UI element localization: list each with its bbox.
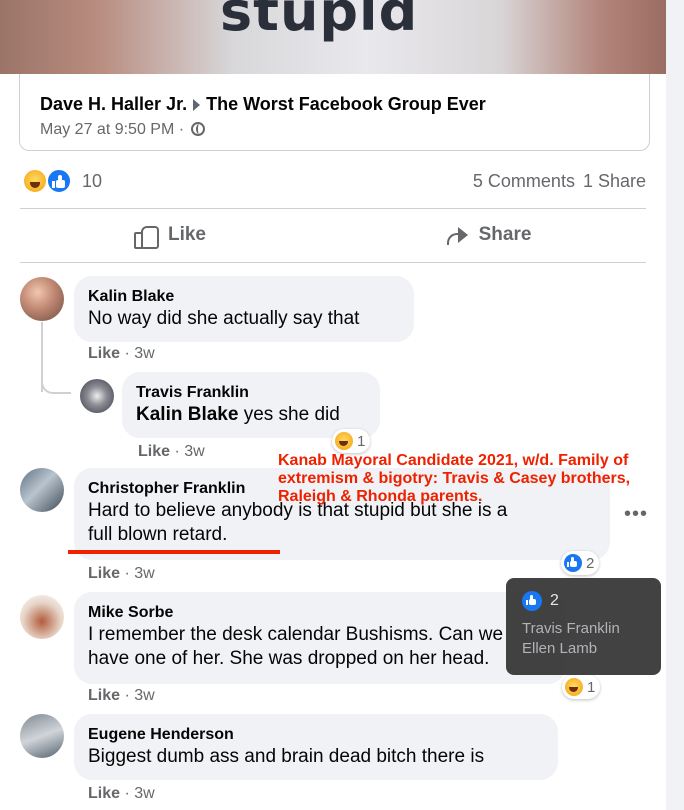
- meta-separator: ·: [178, 121, 185, 138]
- comment-like-link[interactable]: Like: [88, 345, 120, 362]
- red-underline-mark: [68, 550, 280, 554]
- shared-group-link[interactable]: The Worst Facebook Group Ever: [206, 94, 486, 114]
- comment-reaction-count: 1: [587, 678, 596, 696]
- annotation-line-1: Kanab Mayoral Candidate 2021, w/d. Famil…: [278, 452, 629, 469]
- divider: [20, 262, 646, 263]
- comment-bubble: Eugene Henderson Biggest dumb ass and br…: [74, 714, 558, 780]
- share-button[interactable]: Share: [338, 214, 638, 256]
- comment-like-link[interactable]: Like: [88, 785, 120, 802]
- comment-reaction-count: 2: [586, 554, 595, 572]
- comment-author[interactable]: Travis Franklin: [136, 383, 366, 403]
- comment-like-link[interactable]: Like: [138, 443, 170, 460]
- comment-text: No way did she actually say that: [88, 308, 360, 329]
- thumbs-up-icon: [133, 224, 159, 249]
- like-icon: [564, 554, 582, 572]
- reactions-tooltip: 2 Travis Franklin Ellen Lamb: [506, 578, 661, 675]
- shared-post-timestamp[interactable]: May 27 at 9:50 PM: [40, 121, 174, 138]
- comment-bubble: Mike Sorbe I remember the desk calendar …: [74, 592, 566, 684]
- comment-reaction-count: 1: [357, 432, 366, 450]
- avatar[interactable]: [20, 714, 64, 758]
- comment-meta: Like · 3w: [88, 785, 155, 803]
- comment-text-line-2: have one of her. She was dropped on her …: [88, 648, 490, 669]
- avatar[interactable]: [80, 379, 114, 413]
- shared-post-image[interactable]: stupid: [0, 0, 666, 74]
- like-reaction-icon[interactable]: [46, 168, 72, 194]
- tooltip-count: 2: [550, 592, 559, 609]
- tooltip-reactor-name: Ellen Lamb: [522, 640, 598, 657]
- like-icon: [522, 591, 542, 611]
- avatar[interactable]: [20, 595, 64, 639]
- reply-thread-connector: [41, 372, 71, 394]
- shares-count-link[interactable]: 1 Share: [583, 171, 646, 191]
- page-scrollbar[interactable]: [666, 0, 684, 810]
- image-shirt-text: stupid: [220, 0, 419, 43]
- shared-author-link[interactable]: Dave H. Haller Jr.: [40, 94, 187, 114]
- haha-icon: [335, 432, 353, 450]
- comment-author[interactable]: Mike Sorbe: [88, 603, 552, 623]
- share-button-label: Share: [478, 224, 532, 245]
- globe-icon: [190, 122, 205, 136]
- comment-like-link[interactable]: Like: [88, 565, 120, 582]
- comment-text: Kalin Blake yes she did: [136, 403, 366, 427]
- comment-timestamp[interactable]: · 3w: [124, 687, 154, 704]
- comment-text-line-1: I remember the desk calendar Bushisms. C…: [88, 624, 504, 645]
- tooltip-header: 2: [522, 591, 645, 611]
- comment-bubble: Kalin Blake No way did she actually say …: [74, 276, 414, 342]
- comment-meta: Like · 3w: [88, 345, 155, 363]
- engagement-counts: 5 Comments 1 Share: [473, 171, 646, 192]
- divider: [20, 208, 646, 209]
- avatar[interactable]: [20, 277, 64, 321]
- comment-timestamp[interactable]: · 3w: [124, 565, 154, 582]
- shared-post-attachment[interactable]: Dave H. Haller Jr. The Worst Facebook Gro…: [19, 74, 650, 151]
- comments-count-link[interactable]: 5 Comments: [473, 171, 575, 191]
- reaction-stats-bar: 10 5 Comments 1 Share: [22, 166, 646, 194]
- share-arrow-icon: [445, 224, 469, 246]
- comment-meta: Like · 3w: [88, 687, 155, 705]
- mention-link[interactable]: Kalin Blake: [136, 404, 238, 425]
- comment-text: Biggest dumb ass and brain dead bitch th…: [88, 746, 485, 767]
- comment-author[interactable]: Kalin Blake: [88, 287, 400, 307]
- like-button[interactable]: Like: [20, 214, 320, 256]
- more-options-icon[interactable]: •••: [624, 504, 648, 524]
- comment-author[interactable]: Eugene Henderson: [88, 725, 544, 745]
- reply-bubble: Travis Franklin Kalin Blake yes she did: [122, 372, 380, 438]
- comment-text-line-2: full blown retard.: [88, 524, 228, 545]
- avatar[interactable]: [20, 468, 64, 512]
- comment-meta: Like · 3w: [138, 443, 205, 461]
- comment-reaction-pill[interactable]: 1: [332, 429, 371, 453]
- annotation-line-3: Raleigh & Rhonda parents.: [278, 488, 483, 505]
- comment-reaction-pill[interactable]: 2: [561, 551, 600, 575]
- reply-body: yes she did: [238, 404, 340, 425]
- comment-like-link[interactable]: Like: [88, 687, 120, 704]
- haha-icon: [565, 678, 583, 696]
- tooltip-reactor-name: Travis Franklin: [522, 620, 620, 637]
- shared-post-title: Dave H. Haller Jr. The Worst Facebook Gro…: [40, 94, 486, 115]
- caret-right-icon: [193, 98, 201, 111]
- comment-reaction-pill[interactable]: 1: [562, 675, 601, 699]
- annotation-line-2: extremism & bigotry: Travis & Casey brot…: [278, 470, 631, 487]
- shared-post-meta: May 27 at 9:50 PM ·: [40, 121, 205, 139]
- reaction-count[interactable]: 10: [82, 171, 102, 192]
- post-action-bar: Like Share: [20, 214, 646, 256]
- red-annotation-overlay: Kanab Mayoral Candidate 2021, w/d. Famil…: [278, 452, 668, 506]
- comment-timestamp[interactable]: · 3w: [124, 785, 154, 802]
- comment-timestamp[interactable]: · 3w: [174, 443, 204, 460]
- comment-meta: Like · 3w: [88, 565, 155, 583]
- comment-timestamp[interactable]: · 3w: [124, 345, 154, 362]
- like-button-label: Like: [167, 224, 207, 245]
- post-card: stupid Dave H. Haller Jr. The Worst Faceb…: [0, 0, 666, 810]
- haha-reaction-icon[interactable]: [22, 168, 48, 194]
